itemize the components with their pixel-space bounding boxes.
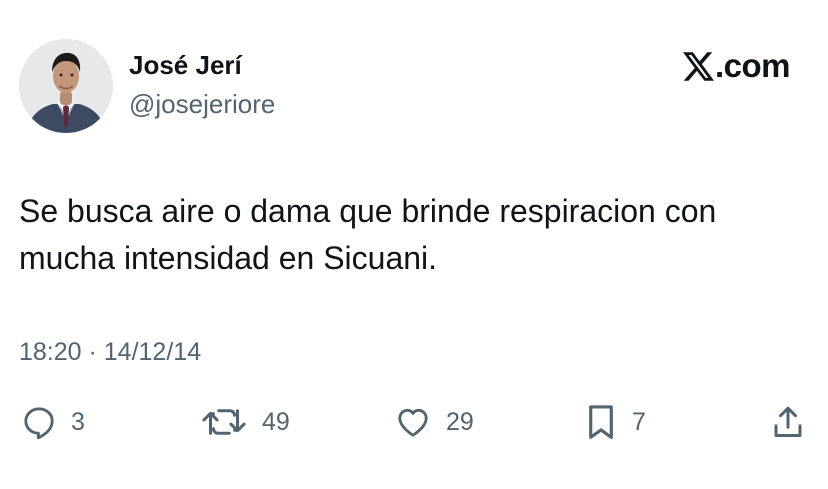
avatar[interactable] xyxy=(19,39,113,133)
brand-watermark: .com xyxy=(682,46,791,86)
reply-button[interactable]: 3 xyxy=(21,400,85,444)
share-button[interactable] xyxy=(770,400,806,444)
like-count: 29 xyxy=(446,408,474,436)
bookmark-icon xyxy=(589,405,613,439)
brand-text: .com xyxy=(714,47,791,84)
tweet-text: Se busca aire o dama que brinde respirac… xyxy=(19,193,717,276)
bookmark-button[interactable]: 7 xyxy=(584,400,646,444)
reply-count: 3 xyxy=(71,408,85,436)
user-handle[interactable]: @josejeriore xyxy=(129,88,275,120)
retweet-count: 49 xyxy=(262,408,290,436)
retweet-icon xyxy=(202,409,246,435)
heart-icon xyxy=(398,408,428,437)
x-logo-icon xyxy=(682,51,714,81)
bookmark-count: 7 xyxy=(632,408,646,436)
tweet-timestamp[interactable]: 18:20 · 14/12/14 xyxy=(19,336,201,368)
share-icon xyxy=(774,406,802,437)
display-name[interactable]: José Jerí xyxy=(129,49,242,81)
profile-photo xyxy=(19,39,113,133)
reply-icon xyxy=(24,407,54,440)
retweet-button[interactable]: 49 xyxy=(200,400,290,444)
like-button[interactable]: 29 xyxy=(394,400,474,444)
